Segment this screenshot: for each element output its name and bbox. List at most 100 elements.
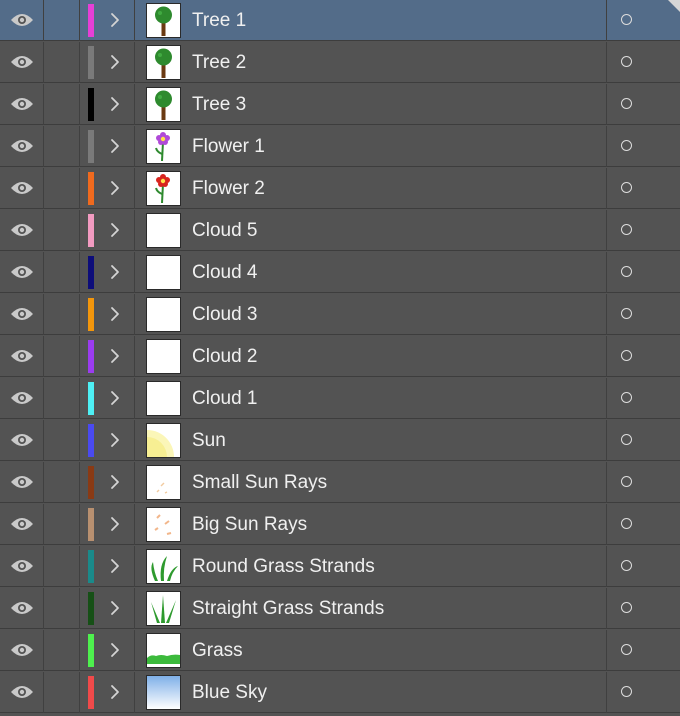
visibility-toggle[interactable]: [0, 84, 44, 125]
target-circle-icon[interactable]: [621, 434, 632, 445]
chevron-right-icon[interactable]: [108, 264, 122, 280]
chevron-right-icon[interactable]: [108, 306, 122, 322]
target-circle-icon[interactable]: [621, 98, 632, 109]
layer-row[interactable]: Cloud 3: [0, 294, 680, 335]
lock-toggle[interactable]: [44, 630, 80, 671]
chevron-right-icon[interactable]: [108, 222, 122, 238]
chevron-right-icon[interactable]: [108, 432, 122, 448]
chevron-right-icon[interactable]: [108, 600, 122, 616]
layer-name[interactable]: Tree 3: [192, 84, 246, 125]
lock-toggle[interactable]: [44, 210, 80, 251]
lock-toggle[interactable]: [44, 672, 80, 713]
visibility-toggle[interactable]: [0, 462, 44, 503]
visibility-toggle[interactable]: [0, 588, 44, 629]
layer-row[interactable]: Blue Sky: [0, 672, 680, 713]
layer-name[interactable]: Flower 1: [192, 126, 265, 167]
visibility-toggle[interactable]: [0, 672, 44, 713]
lock-toggle[interactable]: [44, 294, 80, 335]
layer-name[interactable]: Round Grass Strands: [192, 546, 375, 587]
lock-toggle[interactable]: [44, 168, 80, 209]
target-circle-icon[interactable]: [621, 182, 632, 193]
target-circle-icon[interactable]: [621, 56, 632, 67]
visibility-toggle[interactable]: [0, 168, 44, 209]
target-circle-icon[interactable]: [621, 476, 632, 487]
layer-row[interactable]: Big Sun Rays: [0, 504, 680, 545]
layer-row[interactable]: Flower 1: [0, 126, 680, 167]
lock-toggle[interactable]: [44, 420, 80, 461]
target-circle-icon[interactable]: [621, 644, 632, 655]
target-circle-icon[interactable]: [621, 518, 632, 529]
visibility-toggle[interactable]: [0, 546, 44, 587]
lock-toggle[interactable]: [44, 588, 80, 629]
layer-name[interactable]: Grass: [192, 630, 243, 671]
layer-row[interactable]: Cloud 4: [0, 252, 680, 293]
target-circle-icon[interactable]: [621, 686, 632, 697]
layer-row[interactable]: Cloud 5: [0, 210, 680, 251]
layer-name[interactable]: Flower 2: [192, 168, 265, 209]
layer-row[interactable]: Straight Grass Strands: [0, 588, 680, 629]
target-circle-icon[interactable]: [621, 350, 632, 361]
layer-name[interactable]: Small Sun Rays: [192, 462, 327, 503]
target-circle-icon[interactable]: [621, 140, 632, 151]
layer-name[interactable]: Tree 1: [192, 0, 246, 41]
chevron-right-icon[interactable]: [108, 558, 122, 574]
layer-name[interactable]: Blue Sky: [192, 672, 267, 713]
layer-row[interactable]: Grass: [0, 630, 680, 671]
visibility-toggle[interactable]: [0, 630, 44, 671]
lock-toggle[interactable]: [44, 252, 80, 293]
lock-toggle[interactable]: [44, 84, 80, 125]
layer-row[interactable]: Sun: [0, 420, 680, 461]
lock-toggle[interactable]: [44, 504, 80, 545]
chevron-right-icon[interactable]: [108, 642, 122, 658]
chevron-right-icon[interactable]: [108, 96, 122, 112]
visibility-toggle[interactable]: [0, 378, 44, 419]
lock-toggle[interactable]: [44, 546, 80, 587]
chevron-right-icon[interactable]: [108, 12, 122, 28]
layer-row[interactable]: Cloud 1: [0, 378, 680, 419]
chevron-right-icon[interactable]: [108, 474, 122, 490]
layer-name[interactable]: Cloud 4: [192, 252, 258, 293]
lock-toggle[interactable]: [44, 42, 80, 83]
layer-row[interactable]: Flower 2: [0, 168, 680, 209]
layer-name[interactable]: Straight Grass Strands: [192, 588, 384, 629]
layer-row[interactable]: Cloud 2: [0, 336, 680, 377]
target-circle-icon[interactable]: [621, 560, 632, 571]
chevron-right-icon[interactable]: [108, 138, 122, 154]
visibility-toggle[interactable]: [0, 294, 44, 335]
target-circle-icon[interactable]: [621, 224, 632, 235]
chevron-right-icon[interactable]: [108, 54, 122, 70]
chevron-right-icon[interactable]: [108, 516, 122, 532]
target-circle-icon[interactable]: [621, 602, 632, 613]
visibility-toggle[interactable]: [0, 0, 44, 41]
target-circle-icon[interactable]: [621, 266, 632, 277]
chevron-right-icon[interactable]: [108, 180, 122, 196]
chevron-right-icon[interactable]: [108, 348, 122, 364]
visibility-toggle[interactable]: [0, 210, 44, 251]
visibility-toggle[interactable]: [0, 252, 44, 293]
visibility-toggle[interactable]: [0, 336, 44, 377]
layer-name[interactable]: Cloud 5: [192, 210, 258, 251]
layer-name[interactable]: Tree 2: [192, 42, 246, 83]
chevron-right-icon[interactable]: [108, 390, 122, 406]
visibility-toggle[interactable]: [0, 504, 44, 545]
lock-toggle[interactable]: [44, 378, 80, 419]
target-circle-icon[interactable]: [621, 392, 632, 403]
layer-row[interactable]: Tree 2: [0, 42, 680, 83]
layer-name[interactable]: Cloud 3: [192, 294, 258, 335]
visibility-toggle[interactable]: [0, 42, 44, 83]
chevron-right-icon[interactable]: [108, 684, 122, 700]
layer-name[interactable]: Cloud 1: [192, 378, 258, 419]
layer-name[interactable]: Big Sun Rays: [192, 504, 307, 545]
layer-row[interactable]: Round Grass Strands: [0, 546, 680, 587]
lock-toggle[interactable]: [44, 0, 80, 41]
lock-toggle[interactable]: [44, 126, 80, 167]
layer-row[interactable]: Tree 3: [0, 84, 680, 125]
target-circle-icon[interactable]: [621, 14, 632, 25]
visibility-toggle[interactable]: [0, 126, 44, 167]
lock-toggle[interactable]: [44, 336, 80, 377]
layer-name[interactable]: Cloud 2: [192, 336, 258, 377]
visibility-toggle[interactable]: [0, 420, 44, 461]
target-circle-icon[interactable]: [621, 308, 632, 319]
layer-row[interactable]: Small Sun Rays: [0, 462, 680, 503]
layer-name[interactable]: Sun: [192, 420, 226, 461]
